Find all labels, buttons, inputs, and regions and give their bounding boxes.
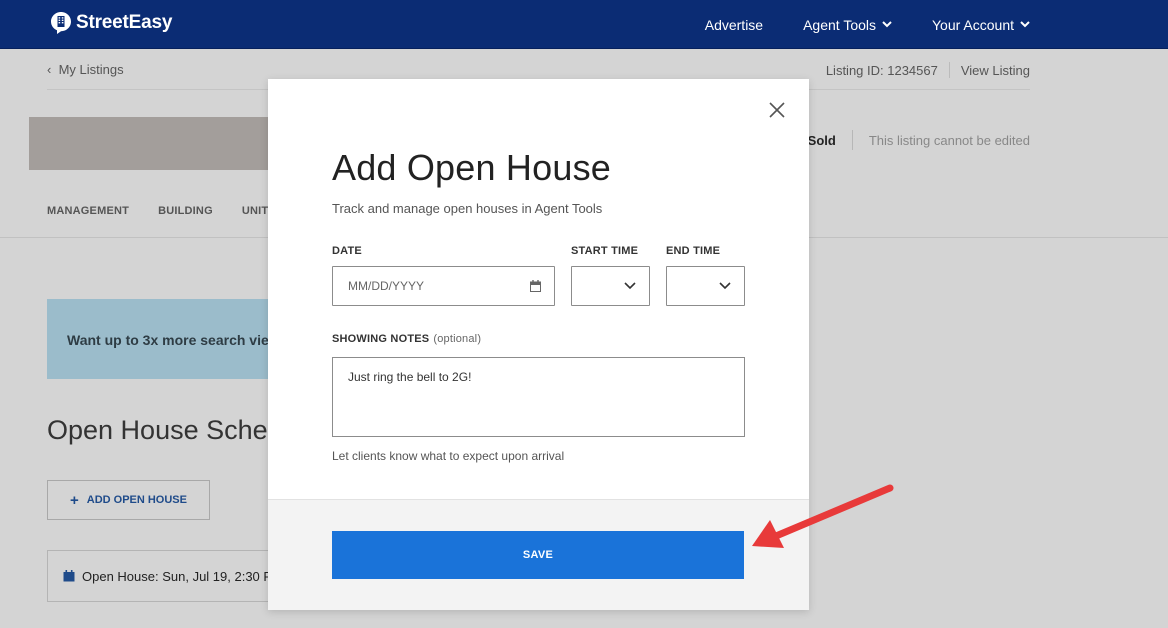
nav-agent-tools-label: Agent Tools <box>803 16 876 33</box>
start-time-select[interactable] <box>571 266 650 306</box>
listing-tabs: MANAGEMENT BUILDING UNIT <box>47 205 268 217</box>
nav-your-account[interactable]: Your Account <box>932 17 1030 33</box>
add-open-house-modal: Add Open House Track and manage open hou… <box>268 79 809 610</box>
save-button[interactable]: SAVE <box>332 531 744 579</box>
showing-notes-textarea[interactable]: Just ring the bell to 2G! <box>332 357 745 437</box>
open-house-entry-label: Open House: Sun, Jul 19, 2:30 PM <box>82 568 283 584</box>
add-open-house-button[interactable]: + ADD OPEN HOUSE <box>47 480 210 520</box>
end-time-select[interactable] <box>666 266 745 306</box>
date-placeholder: MM/DD/YYYY <box>348 279 425 293</box>
divider <box>948 62 950 78</box>
chevron-down-icon <box>624 282 636 290</box>
tab-management[interactable]: MANAGEMENT <box>47 205 129 217</box>
date-label: DATE <box>332 245 362 257</box>
plus-icon: + <box>69 491 79 509</box>
back-link-label: My Listings <box>58 62 124 77</box>
modal-footer: SAVE <box>268 499 809 610</box>
view-listing-link[interactable]: View Listing <box>961 63 1030 78</box>
calendar-icon <box>63 570 75 582</box>
nav-advertise-label: Advertise <box>704 16 764 33</box>
annotation-arrow-icon <box>752 484 894 548</box>
showing-notes-label: SHOWING NOTES (optional) <box>332 333 481 345</box>
divider <box>851 130 853 150</box>
top-navigation: StreetEasy Advertise Agent Tools Your Ac… <box>0 0 1168 49</box>
add-open-house-label: ADD OPEN HOUSE <box>86 494 187 506</box>
brand-logo[interactable]: StreetEasy <box>51 12 172 34</box>
start-time-label: START TIME <box>571 245 639 257</box>
close-icon[interactable] <box>768 101 786 119</box>
modal-subtitle: Track and manage open houses in Agent To… <box>332 201 603 216</box>
chevron-down-icon <box>882 21 892 28</box>
tab-unit[interactable]: UNIT <box>242 205 268 217</box>
date-input[interactable]: MM/DD/YYYY <box>332 266 555 306</box>
chevron-down-icon <box>1020 21 1030 28</box>
showing-notes-label-text: SHOWING NOTES <box>332 333 430 345</box>
chevron-down-icon <box>719 282 731 290</box>
tab-building[interactable]: BUILDING <box>158 205 213 217</box>
listing-id: Listing ID: 1234567 <box>825 62 938 78</box>
calendar-icon[interactable] <box>530 280 541 292</box>
brand-name: StreetEasy <box>76 12 173 33</box>
optional-hint: (optional) <box>433 333 482 345</box>
listing-status: Sold This listing cannot be edited <box>808 130 1030 150</box>
notes-helper-text: Let clients know what to expect upon arr… <box>332 449 565 463</box>
promo-text: Want up to 3x more search vie <box>67 332 269 348</box>
status-note: This listing cannot be edited <box>868 132 1030 148</box>
status-sold: Sold <box>807 132 836 148</box>
back-to-listings-link[interactable]: ‹ My Listings <box>47 62 124 77</box>
modal-title: Add Open House <box>332 147 611 188</box>
open-house-entry[interactable]: Open House: Sun, Jul 19, 2:30 PM <box>47 550 287 602</box>
nav-advertise[interactable]: Advertise <box>705 17 763 33</box>
schedule-title: Open House Schedu <box>47 415 298 445</box>
nav-links: Advertise Agent Tools Your Account <box>705 0 1030 49</box>
end-time-label: END TIME <box>666 245 721 257</box>
building-pin-icon <box>51 12 71 34</box>
nav-your-account-label: Your Account <box>932 16 1014 33</box>
nav-agent-tools[interactable]: Agent Tools <box>803 17 892 33</box>
listing-photo-placeholder <box>29 117 274 170</box>
listing-meta: Listing ID: 1234567 View Listing <box>826 62 1030 78</box>
